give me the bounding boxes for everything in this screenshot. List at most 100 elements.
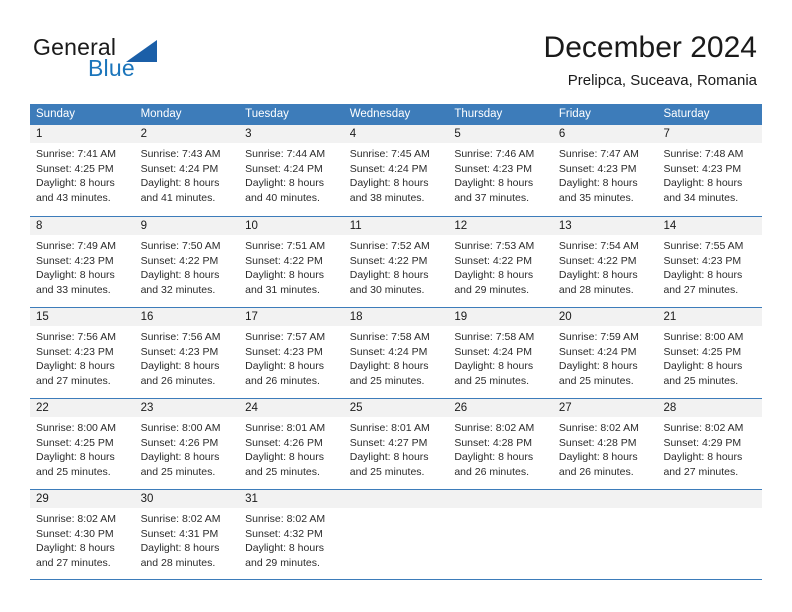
day-cell[interactable]: 2 Sunrise: 7:43 AM Sunset: 4:24 PM Daylight… (134, 125, 240, 216)
day-number-band: 13 (552, 217, 658, 235)
daylight-text-line2: and 25 minutes. (558, 374, 634, 387)
day-number: 11 (349, 220, 362, 232)
day-cell[interactable]: 6 Sunrise: 7:47 AM Sunset: 4:23 PM Daylight… (552, 125, 658, 216)
sunrise-text: Sunrise: 7:59 AM (558, 331, 639, 343)
day-cell[interactable]: 15 Sunrise: 7:56 AM Sunset: 4:23 PM Dayligh… (30, 308, 135, 398)
sunrise-text: Sunrise: 7:58 AM (454, 331, 535, 343)
daylight-text-line1: Daylight: 8 hours (245, 360, 324, 373)
day-cell[interactable]: 22 Sunrise: 8:00 AM Sunset: 4:25 PM Dayligh… (30, 399, 135, 489)
day-cell[interactable]: 14 Sunrise: 7:55 AM Sunset: 4:23 PM Dayligh… (657, 217, 763, 307)
daylight-text-line1: Daylight: 8 hours (454, 360, 534, 373)
day-cell[interactable]: 1 Sunrise: 7:41 AM Sunset: 4:25 PM Daylight… (30, 125, 135, 216)
day-number: 26 (454, 402, 468, 414)
daylight-text-line1: Daylight: 8 hours (558, 360, 638, 373)
daylight-text-line2: and 25 minutes. (349, 465, 425, 478)
day-cell[interactable]: 10 Sunrise: 7:51 AM Sunset: 4:22 PM Dayligh… (239, 217, 344, 307)
day-number: 28 (663, 402, 677, 414)
sunset-text: Sunset: 4:28 PM (558, 436, 637, 449)
day-cell[interactable]: 17 Sunrise: 7:57 AM Sunset: 4:23 PM Dayligh… (239, 308, 344, 398)
day-number-band: 1 (30, 125, 135, 143)
day-number-band: 2 (134, 125, 240, 143)
sunset-text: Sunset: 4:22 PM (454, 254, 532, 267)
day-cell[interactable]: 29 Sunrise: 8:02 AM Sunset: 4:30 PM Dayligh… (30, 490, 135, 579)
day-info: Sunrise: 7:48 AM Sunset: 4:23 PM Daylight:… (657, 143, 762, 205)
day-info: Sunrise: 8:01 AM Sunset: 4:26 PM Daylight:… (239, 417, 344, 479)
day-number-band: 11 (343, 217, 449, 235)
day-cell[interactable]: 3 Sunrise: 7:44 AM Sunset: 4:24 PM Daylight… (239, 125, 344, 216)
sunset-text: Sunset: 4:22 PM (349, 254, 428, 267)
day-cell[interactable]: 18 Sunrise: 7:58 AM Sunset: 4:24 PM Dayligh… (343, 308, 449, 398)
daylight-text-line1: Daylight: 8 hours (349, 177, 429, 190)
day-cell[interactable]: 23 Sunrise: 8:00 AM Sunset: 4:26 PM Dayligh… (134, 399, 240, 489)
sunset-text: Sunset: 4:23 PM (663, 254, 742, 267)
sunrise-text: Sunrise: 7:54 AM (558, 240, 639, 252)
day-cell[interactable]: 11 Sunrise: 7:52 AM Sunset: 4:22 PM Dayligh… (343, 217, 449, 307)
day-number: 30 (140, 493, 154, 505)
day-cell[interactable]: 31 Sunrise: 8:02 AM Sunset: 4:32 PM Dayligh… (239, 490, 344, 579)
day-number-band: 24 (239, 399, 344, 417)
sunrise-text: Sunrise: 7:48 AM (663, 148, 744, 160)
day-number-band: 3 (239, 125, 344, 143)
sunrise-text: Sunrise: 8:01 AM (349, 422, 430, 434)
week-row: 22 Sunrise: 8:00 AM Sunset: 4:25 PM Dayligh… (30, 398, 763, 489)
day-number-band: 19 (448, 308, 553, 326)
daylight-text-line2: and 25 minutes. (36, 465, 111, 478)
day-info: Sunrise: 7:45 AM Sunset: 4:24 PM Daylight:… (344, 143, 449, 205)
sunrise-text: Sunrise: 7:50 AM (140, 240, 221, 252)
day-cell[interactable]: 13 Sunrise: 7:54 AM Sunset: 4:22 PM Dayligh… (552, 217, 658, 307)
day-cell[interactable]: 5 Sunrise: 7:46 AM Sunset: 4:23 PM Daylight… (448, 125, 553, 216)
day-number: 27 (558, 402, 572, 414)
general-blue-logo[interactable]: General Blue (33, 34, 213, 88)
sunrise-text: Sunrise: 7:58 AM (349, 331, 430, 343)
sunset-text: Sunset: 4:22 PM (140, 254, 219, 267)
daylight-text-line1: Daylight: 8 hours (454, 269, 534, 282)
day-cell[interactable]: 30 Sunrise: 8:02 AM Sunset: 4:31 PM Dayligh… (134, 490, 240, 579)
daylight-text-line1: Daylight: 8 hours (454, 451, 534, 464)
sunset-text: Sunset: 4:22 PM (558, 254, 637, 267)
day-cell[interactable]: 8 Sunrise: 7:49 AM Sunset: 4:23 PM Daylight… (30, 217, 135, 307)
weekday-header-sunday: Sunday (36, 108, 76, 120)
day-number: 23 (140, 402, 154, 414)
day-cell[interactable]: 26 Sunrise: 8:02 AM Sunset: 4:28 PM Dayligh… (448, 399, 553, 489)
calendar-grid: Sunday Monday Tuesday Wednesday Thursday… (30, 104, 763, 580)
sunrise-text: Sunrise: 7:56 AM (140, 331, 221, 343)
day-info: Sunrise: 7:50 AM Sunset: 4:22 PM Daylight:… (135, 235, 240, 297)
sunrise-text: Sunrise: 7:43 AM (140, 148, 221, 160)
day-number-band: 18 (343, 308, 449, 326)
weekday-header-thursday: Thursday (454, 108, 503, 120)
day-cell[interactable]: 7 Sunrise: 7:48 AM Sunset: 4:23 PM Daylight… (657, 125, 763, 216)
day-cell[interactable]: 27 Sunrise: 8:02 AM Sunset: 4:28 PM Dayligh… (552, 399, 658, 489)
day-cell[interactable]: 20 Sunrise: 7:59 AM Sunset: 4:24 PM Dayligh… (552, 308, 658, 398)
daylight-text-line2: and 38 minutes. (349, 191, 425, 204)
day-number-band (657, 490, 763, 508)
location-subtitle: Prelipca, Suceava, Romania (567, 72, 757, 89)
daylight-text-line1: Daylight: 8 hours (140, 269, 220, 282)
daylight-text-line2: and 27 minutes. (36, 374, 111, 387)
day-cell[interactable]: 16 Sunrise: 7:56 AM Sunset: 4:23 PM Dayligh… (134, 308, 240, 398)
daylight-text-line1: Daylight: 8 hours (36, 360, 115, 373)
day-cell[interactable]: 25 Sunrise: 8:01 AM Sunset: 4:27 PM Dayligh… (343, 399, 449, 489)
day-number: 6 (558, 128, 566, 140)
day-cell[interactable]: 4 Sunrise: 7:45 AM Sunset: 4:24 PM Daylight… (343, 125, 449, 216)
sunrise-text: Sunrise: 7:55 AM (663, 240, 744, 252)
daylight-text-line2: and 37 minutes. (454, 191, 530, 204)
daylight-text-line1: Daylight: 8 hours (245, 177, 324, 190)
day-info: Sunrise: 7:57 AM Sunset: 4:23 PM Daylight:… (239, 326, 344, 388)
day-number: 1 (36, 128, 43, 140)
day-cell[interactable]: 9 Sunrise: 7:50 AM Sunset: 4:22 PM Daylight… (134, 217, 240, 307)
daylight-text-line1: Daylight: 8 hours (245, 542, 324, 555)
day-cell[interactable]: 24 Sunrise: 8:01 AM Sunset: 4:26 PM Dayligh… (239, 399, 344, 489)
day-cell[interactable]: 21 Sunrise: 8:00 AM Sunset: 4:25 PM Dayligh… (657, 308, 763, 398)
sunrise-text: Sunrise: 7:57 AM (245, 331, 326, 343)
weekday-header-monday: Monday (140, 108, 182, 120)
sunset-text: Sunset: 4:27 PM (349, 436, 428, 449)
day-number: 4 (349, 128, 357, 140)
day-cell[interactable]: 19 Sunrise: 7:58 AM Sunset: 4:24 PM Dayligh… (448, 308, 553, 398)
sunset-text: Sunset: 4:25 PM (36, 162, 114, 175)
day-cell[interactable]: 12 Sunrise: 7:53 AM Sunset: 4:22 PM Dayligh… (448, 217, 553, 307)
day-info: Sunrise: 8:01 AM Sunset: 4:27 PM Daylight:… (344, 417, 449, 479)
day-number: 9 (140, 220, 147, 232)
sunrise-text: Sunrise: 7:51 AM (245, 240, 326, 252)
sunset-text: Sunset: 4:23 PM (36, 345, 114, 358)
day-cell[interactable]: 28 Sunrise: 8:02 AM Sunset: 4:29 PM Dayligh… (657, 399, 763, 489)
